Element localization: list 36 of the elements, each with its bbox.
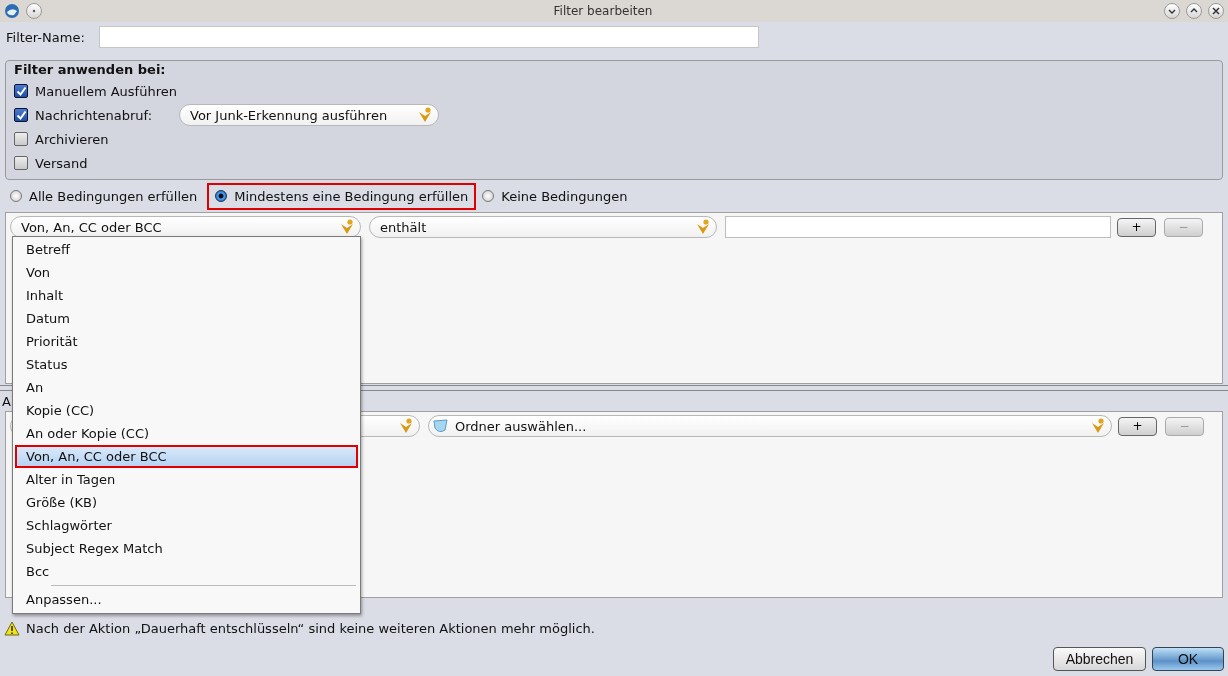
menu-item[interactable]: Subject Regex Match [15,537,358,560]
dialog-button[interactable]: Abbrechen [1053,647,1146,671]
add-button[interactable]: + [1118,416,1157,436]
filter-name-label: Filter-Name: [6,29,85,45]
checkbox-label: Nachrichtenabruf: [35,107,154,123]
actions-label: A [2,393,11,409]
dialog-button[interactable]: OK [1152,647,1224,671]
menu-item[interactable]: Inhalt [15,284,358,307]
radio-option[interactable]: Alle Bedingungen erfüllen [6,182,206,210]
menu-item[interactable]: Von, An, CC oder BCC [15,445,358,468]
menu-item[interactable]: Größe (KB) [15,491,358,514]
menu-item[interactable]: Bcc [15,560,358,583]
radio-option[interactable]: Mindestens eine Bedingung erfüllen [207,182,477,210]
menu-item[interactable]: Priorität [15,330,358,353]
checkbox-label: Archivieren [35,131,110,147]
checkbox-label: Manuellem Ausführen [35,83,178,99]
operator-dropdown[interactable]: enthält [369,216,717,238]
add-button[interactable]: + [1117,217,1156,237]
menu-item[interactable]: Betreff [15,238,358,261]
group-title: Filter anwenden bei: [14,61,167,79]
radio-option[interactable]: Keine Bedingungen [478,182,636,210]
menu-item[interactable]: An [15,376,358,399]
menu-item[interactable]: Kopie (CC) [15,399,358,422]
field-dropdown[interactable]: Von, An, CC oder BCC [10,216,361,238]
menu-item[interactable]: An oder Kopie (CC) [15,422,358,445]
checkbox-label: Versand [35,155,89,171]
window-title: Filter bearbeiten [552,4,654,18]
menu-item[interactable]: Von [15,261,358,284]
menu-item[interactable]: Schlagwörter [15,514,358,537]
warning-text: Nach der Aktion „Dauerhaft entschlüsseln“ sind keine weiteren Aktionen mehr möglich. [26,620,595,636]
menu-item[interactable]: Datum [15,307,358,330]
menu-item[interactable]: Status [15,353,358,376]
menu-item[interactable]: Anpassen... [15,588,358,611]
folder-dropdown[interactable]: Ordner auswählen... [428,415,1112,437]
timing-dropdown[interactable]: Vor Junk-Erkennung ausführen [179,104,439,126]
menu-item[interactable]: Alter in Tagen [15,468,358,491]
